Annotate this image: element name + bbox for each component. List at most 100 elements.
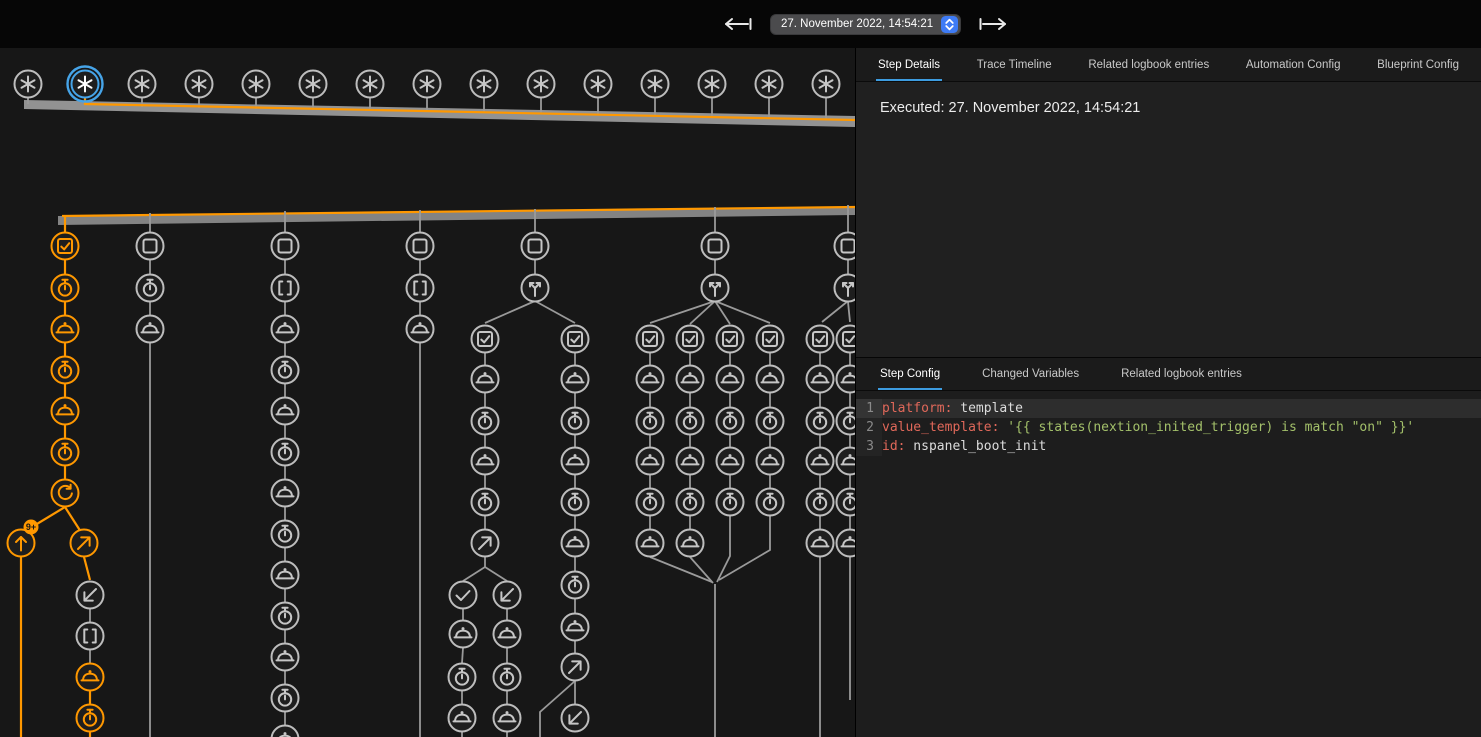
trace-node-asterisk-icon[interactable] [129,71,156,98]
trace-node-service-bell-icon[interactable] [717,366,744,393]
trace-node-timer-icon[interactable] [717,489,744,516]
trace-node-service-bell-icon[interactable] [757,448,784,475]
trace-node-asterisk-icon[interactable] [642,71,669,98]
trace-node-checkbox-icon[interactable] [677,326,704,353]
trace-node-timer-icon[interactable] [52,439,79,466]
trace-node-timer-icon[interactable] [637,489,664,516]
trace-node-checkbox-blank-icon[interactable] [835,233,856,260]
trace-node-checkbox-blank-icon[interactable] [137,233,164,260]
trace-node-call-made-icon[interactable] [71,530,98,557]
trace-node-timer-icon[interactable] [272,521,299,548]
trace-node-service-bell-icon[interactable] [449,705,476,732]
trace-node-call-received-icon[interactable] [494,582,521,609]
trace-node-service-bell-icon[interactable] [807,366,834,393]
trace-node-service-bell-icon[interactable] [837,366,856,393]
trace-node-asterisk-icon[interactable] [186,71,213,98]
trace-node-service-bell-icon[interactable] [272,480,299,507]
trace-node-checkbox-icon[interactable] [717,326,744,353]
trace-node-timer-icon[interactable] [562,408,589,435]
trace-node-asterisk-icon[interactable] [813,71,840,98]
trace-node-timer-icon[interactable] [717,408,744,435]
trace-node-service-bell-icon[interactable] [272,644,299,671]
tab-blueprint-config[interactable]: Blueprint Config [1375,48,1461,81]
trace-node-asterisk-icon[interactable] [357,71,384,98]
trace-node-checkbox-icon[interactable] [52,233,79,260]
trace-node-asterisk-icon[interactable] [528,71,555,98]
trace-node-code-brackets-icon[interactable] [272,275,299,302]
trace-node-checkbox-icon[interactable] [637,326,664,353]
trace-node-service-bell-icon[interactable] [52,316,79,343]
trace-node-timer-icon[interactable] [757,489,784,516]
previous-trace-button[interactable] [718,13,756,35]
trace-node-timer-icon[interactable] [449,664,476,691]
trace-run-select[interactable]: 27. November 2022, 14:54:21 [770,14,961,35]
trace-node-asterisk-icon[interactable] [15,71,42,98]
trace-node-service-bell-icon[interactable] [717,448,744,475]
trace-node-checkbox-icon[interactable] [472,326,499,353]
trace-node-service-bell-icon[interactable] [272,398,299,425]
trace-node-service-bell-icon[interactable] [637,366,664,393]
trace-node-timer-icon[interactable] [757,408,784,435]
trace-node-timer-icon[interactable] [272,603,299,630]
trace-node-checkbox-icon[interactable] [807,326,834,353]
trace-node-asterisk-icon[interactable] [68,67,103,102]
trace-node-service-bell-icon[interactable] [677,366,704,393]
trace-node-service-bell-icon[interactable] [137,316,164,343]
trace-node-service-bell-icon[interactable] [837,530,856,557]
trace-node-call-received-icon[interactable] [562,705,589,732]
trace-node-asterisk-icon[interactable] [471,71,498,98]
trace-node-checkbox-blank-icon[interactable] [702,233,729,260]
trace-node-service-bell-icon[interactable] [450,621,477,648]
trace-node-timer-icon[interactable] [272,685,299,712]
trace-node-service-bell-icon[interactable] [472,366,499,393]
tab-related-logbook-entries-bottom[interactable]: Related logbook entries [1119,358,1244,390]
trace-node-service-bell-icon[interactable] [677,530,704,557]
trace-node-service-bell-icon[interactable] [562,530,589,557]
trace-node-code-brackets-icon[interactable] [77,623,104,650]
trace-node-timer-icon[interactable] [52,357,79,384]
trace-node-call-received-icon[interactable] [77,582,104,609]
trace-node-checkbox-blank-icon[interactable] [407,233,434,260]
trace-node-service-bell-icon[interactable] [494,621,521,648]
trace-node-call-split-icon[interactable] [835,275,856,302]
trace-node-timer-icon[interactable] [677,489,704,516]
trace-node-service-bell-icon[interactable] [472,448,499,475]
trace-node-timer-icon[interactable] [137,275,164,302]
tab-automation-config[interactable]: Automation Config [1244,48,1343,81]
trace-node-service-bell-icon[interactable] [272,726,299,737]
trace-node-call-made-icon[interactable] [472,530,499,557]
tab-trace-timeline[interactable]: Trace Timeline [975,48,1054,81]
trace-node-timer-icon[interactable] [562,572,589,599]
trace-node-timer-icon[interactable] [77,705,104,732]
trace-node-checkbox-icon[interactable] [757,326,784,353]
trace-node-service-bell-icon[interactable] [637,448,664,475]
trace-node-timer-icon[interactable] [272,439,299,466]
next-trace-button[interactable] [975,13,1013,35]
trace-node-service-bell-icon[interactable] [52,398,79,425]
trace-node-timer-icon[interactable] [807,408,834,435]
trace-node-timer-icon[interactable] [472,408,499,435]
trace-node-service-bell-icon[interactable] [837,448,856,475]
trace-node-service-bell-icon[interactable] [494,705,521,732]
trace-node-asterisk-icon[interactable] [699,71,726,98]
trace-node-code-brackets-icon[interactable] [407,275,434,302]
trace-node-checkbox-blank-icon[interactable] [272,233,299,260]
tab-step-config[interactable]: Step Config [878,358,942,390]
trace-node-check-icon[interactable] [450,582,477,609]
trace-node-arrow-up-icon[interactable]: 9+ [8,520,39,557]
trace-node-service-bell-icon[interactable] [272,316,299,343]
trace-node-checkbox-icon[interactable] [562,326,589,353]
trace-node-service-bell-icon[interactable] [77,664,104,691]
trace-node-timer-icon[interactable] [52,275,79,302]
trace-node-asterisk-icon[interactable] [756,71,783,98]
trace-node-call-made-icon[interactable] [562,654,589,681]
trace-node-service-bell-icon[interactable] [807,448,834,475]
trace-node-service-bell-icon[interactable] [807,530,834,557]
trace-node-service-bell-icon[interactable] [562,448,589,475]
tab-related-logbook-entries[interactable]: Related logbook entries [1086,48,1211,81]
trace-node-timer-icon[interactable] [472,489,499,516]
trace-node-timer-icon[interactable] [562,489,589,516]
trace-node-timer-icon[interactable] [637,408,664,435]
trace-node-service-bell-icon[interactable] [637,530,664,557]
trace-node-service-bell-icon[interactable] [562,614,589,641]
